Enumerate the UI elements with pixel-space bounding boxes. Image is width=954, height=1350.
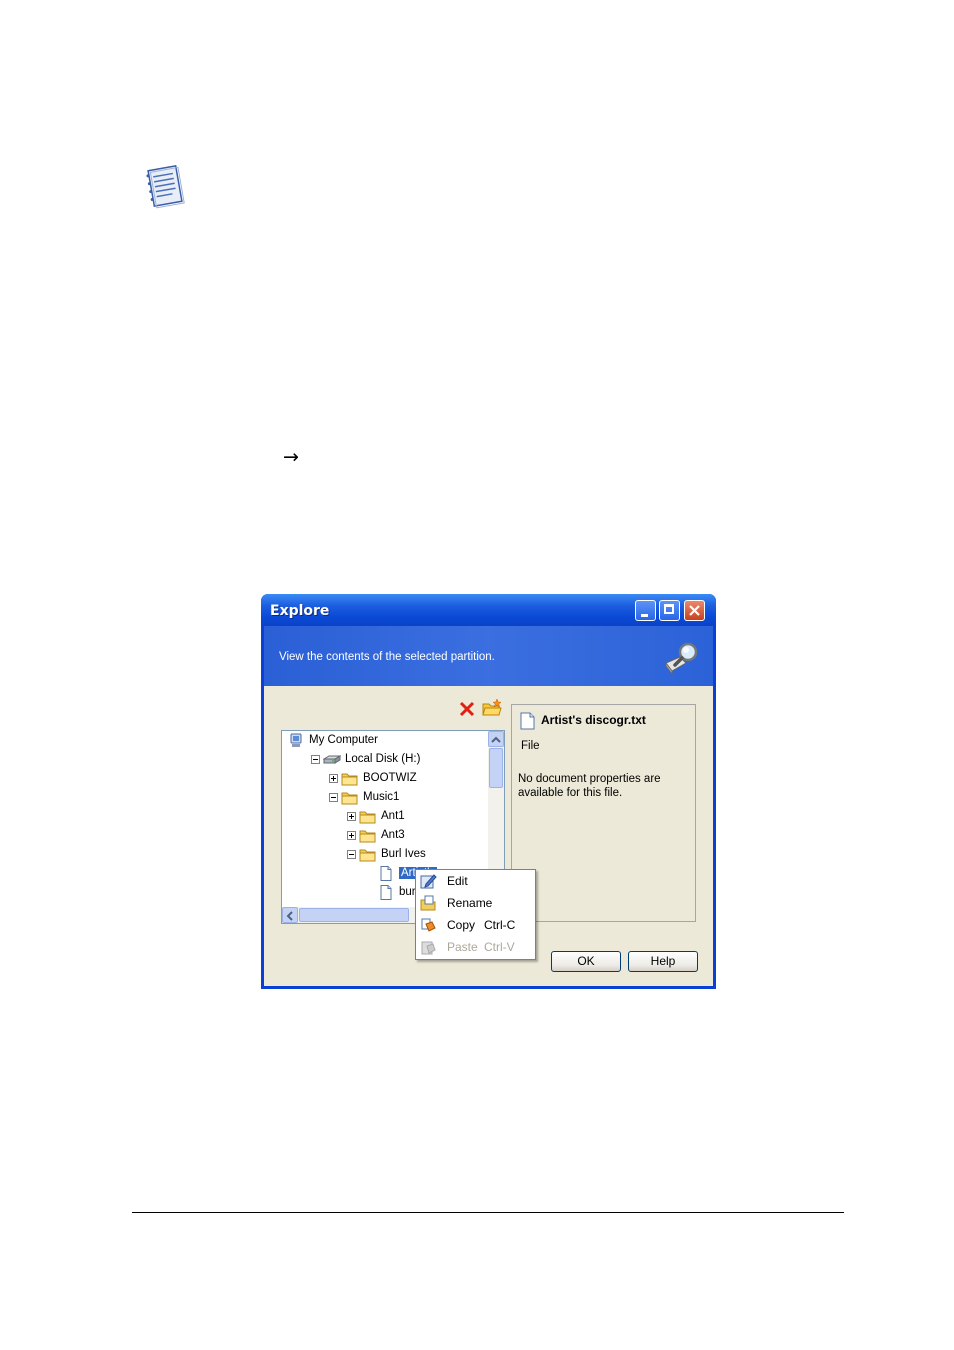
folder-icon xyxy=(341,771,359,786)
menu-item-rename[interactable]: Rename xyxy=(417,892,534,914)
edit-icon xyxy=(419,872,437,890)
tree-item-label: BOOTWIZ xyxy=(363,772,417,784)
close-icon xyxy=(689,605,700,616)
menu-item-shortcut: Ctrl-C xyxy=(484,918,516,932)
tree-item-label: My Computer xyxy=(309,734,379,746)
tree-item[interactable]: Ant3 xyxy=(282,827,488,845)
arrow-glyph: → xyxy=(283,446,299,468)
tree-item[interactable]: My Computer xyxy=(282,732,488,750)
menu-item-paste: Paste Ctrl-V xyxy=(417,936,534,958)
tree-item-label: Ant3 xyxy=(381,829,405,841)
properties-file-name: Artist's discogr.txt xyxy=(541,713,646,727)
properties-file-type: File xyxy=(521,740,540,752)
scroll-up-button[interactable] xyxy=(488,731,504,747)
copy-icon xyxy=(419,916,437,934)
footer-rule xyxy=(132,1212,844,1213)
properties-panel: Artist's discogr.txt File No document pr… xyxy=(511,704,696,922)
maximize-button[interactable] xyxy=(659,600,680,621)
tree-item[interactable]: Local Disk (H:) xyxy=(282,751,488,769)
expand-icon[interactable] xyxy=(329,774,338,783)
tree-item-label: Burl Ives xyxy=(381,848,426,860)
help-button[interactable]: Help xyxy=(628,951,698,972)
drive-icon xyxy=(322,752,342,767)
collapse-icon[interactable] xyxy=(329,793,338,802)
tree-item[interactable]: BOOTWIZ xyxy=(282,770,488,788)
explore-magnifier-icon xyxy=(665,642,698,675)
tree-item-label: Ant1 xyxy=(381,810,405,822)
vertical-scroll-thumb[interactable] xyxy=(489,748,503,788)
close-button[interactable] xyxy=(684,600,705,621)
menu-item-label: Edit xyxy=(447,874,468,888)
menu-item-shortcut: Ctrl-V xyxy=(484,940,515,954)
paste-icon xyxy=(419,938,437,956)
dialog-title: Explore xyxy=(270,603,330,619)
rename-icon xyxy=(419,894,437,912)
tree-item[interactable]: Burl Ives xyxy=(282,846,488,864)
tree-item-label: Local Disk (H:) xyxy=(345,753,421,765)
computer-icon xyxy=(287,733,305,748)
file-icon xyxy=(377,885,395,900)
expand-icon[interactable] xyxy=(347,831,356,840)
ok-button[interactable]: OK xyxy=(551,951,621,972)
delete-icon[interactable] xyxy=(458,700,476,718)
folder-icon xyxy=(359,809,377,824)
file-icon xyxy=(520,712,535,730)
chevron-up-icon xyxy=(491,736,501,743)
menu-item-edit[interactable]: Edit xyxy=(417,870,534,892)
menu-item-label: Paste xyxy=(447,940,478,954)
title-bar[interactable]: Explore xyxy=(261,594,716,626)
collapse-icon[interactable] xyxy=(311,755,320,764)
expand-icon[interactable] xyxy=(347,812,356,821)
folder-icon xyxy=(359,847,377,862)
collapse-icon[interactable] xyxy=(347,850,356,859)
tree-item-label: Music1 xyxy=(363,791,400,803)
horizontal-scroll-thumb[interactable] xyxy=(299,908,409,922)
menu-item-label: Rename xyxy=(447,896,493,910)
minimize-button[interactable] xyxy=(635,600,656,621)
menu-item-copy[interactable]: Copy Ctrl-C xyxy=(417,914,534,936)
folder-icon xyxy=(359,828,377,843)
tree-item[interactable]: Ant1 xyxy=(282,808,488,826)
properties-description: No document properties are available for… xyxy=(518,773,661,799)
dialog-header: View the contents of the selected partit… xyxy=(264,626,713,686)
header-description: View the contents of the selected partit… xyxy=(279,651,495,663)
note-icon xyxy=(146,164,185,209)
new-folder-icon[interactable] xyxy=(482,698,502,718)
file-icon xyxy=(377,866,395,881)
chevron-left-icon xyxy=(286,911,293,921)
tree-item[interactable]: Music1 xyxy=(282,789,488,807)
context-menu: Edit Rename Copy Ctrl-C Paste Ctrl-V xyxy=(415,869,536,960)
scroll-left-button[interactable] xyxy=(282,907,298,923)
menu-item-label: Copy xyxy=(447,918,476,932)
folder-icon xyxy=(341,790,359,805)
